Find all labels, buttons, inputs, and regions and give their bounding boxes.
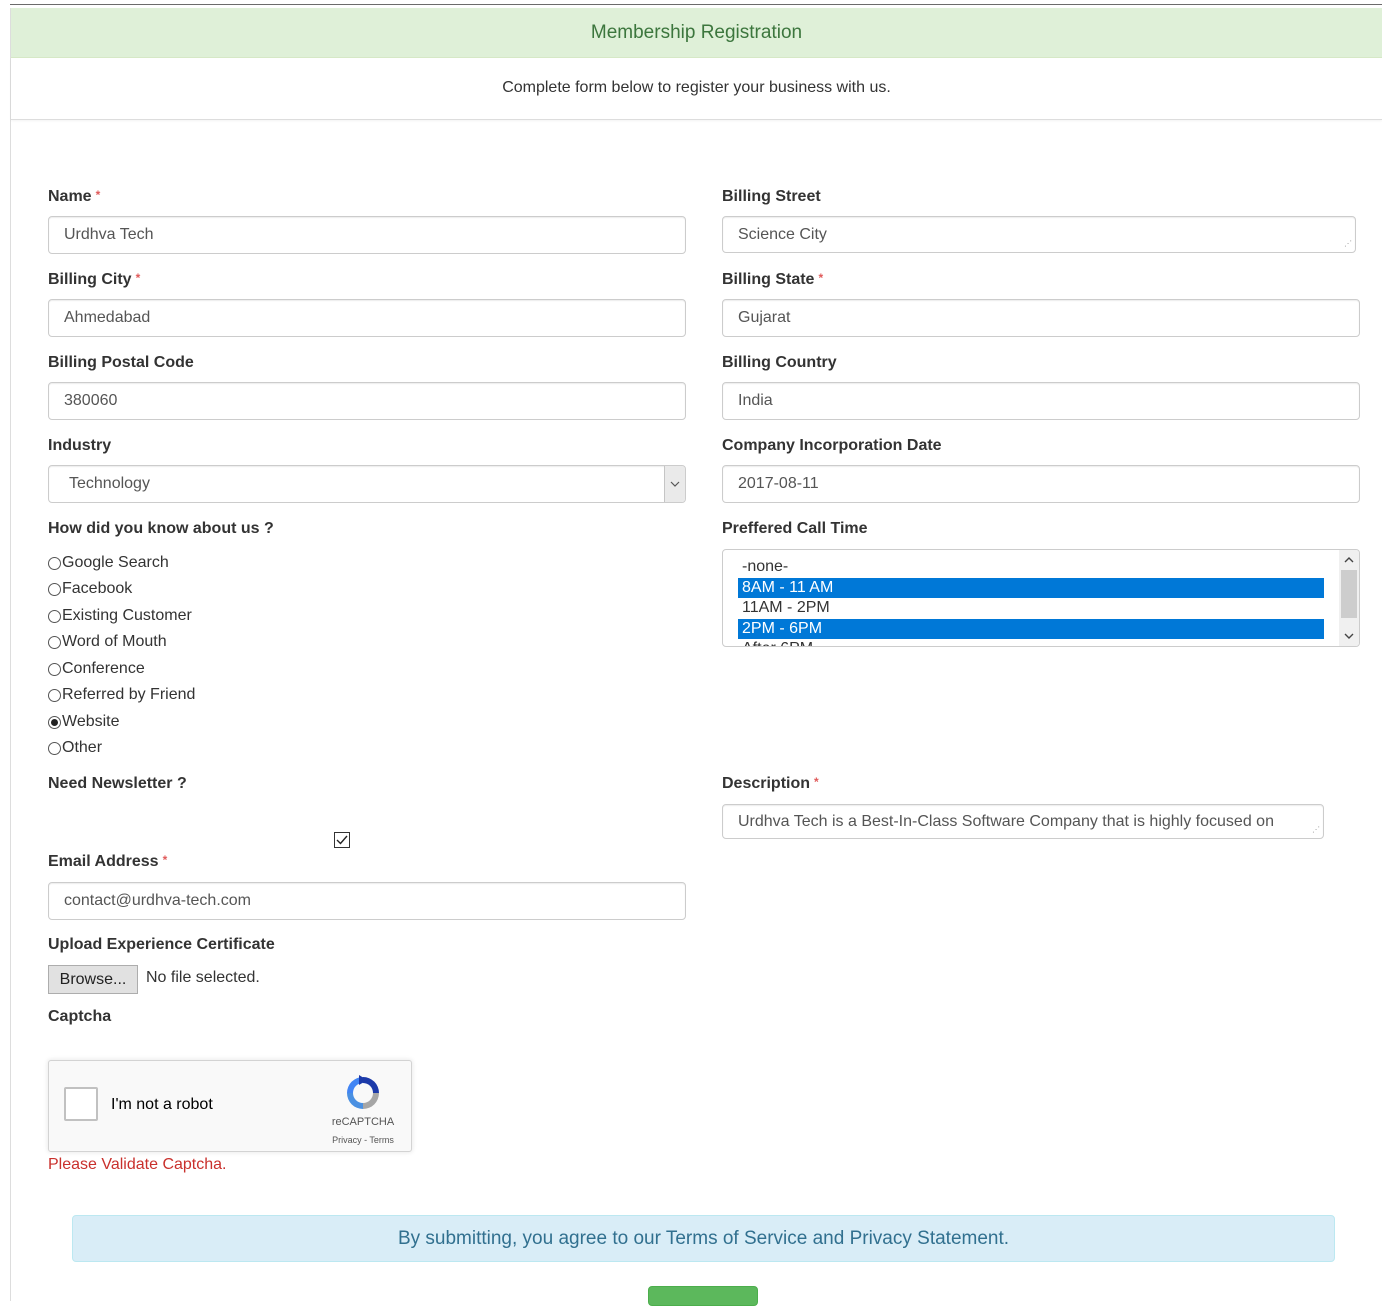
billing-postal-code-label: Billing Postal Code [48,354,194,371]
billing-postal-code-input[interactable]: 380060 [48,382,686,420]
description-label: Description * [722,775,819,792]
left-border [10,8,11,1301]
required-marker: * [135,271,141,285]
radio-option-word-of-mouth[interactable]: Word of Mouth [48,631,167,653]
radio-button[interactable] [48,688,61,702]
billing-state-label: Billing State * [722,271,824,288]
chevron-up-icon[interactable] [1344,556,1354,563]
resize-grip-icon[interactable]: ⋰ [1342,239,1352,249]
radio-button[interactable] [48,609,61,623]
billing-country-label: Billing Country [722,354,837,371]
captcha-label: Captcha [48,1008,112,1025]
radio-option-facebook[interactable]: Facebook [48,578,132,600]
listbox-option[interactable]: -none- [738,557,1324,577]
required-marker: * [814,775,819,789]
radio-button-checked[interactable] [48,715,61,729]
captcha-error-message: Please Validate Captcha. [48,1156,227,1173]
file-status: No file selected. [146,969,260,986]
page-subtitle: Complete form below to register your bus… [11,58,1382,120]
preferred-call-time-listbox[interactable]: -none- 8AM - 11 AM 11AM - 2PM 2PM - 6PM … [722,549,1360,647]
listbox-scrollbar[interactable] [1339,550,1359,646]
required-marker: * [162,853,168,867]
how-did-you-know-label: How did you know about us ? [48,520,274,537]
radio-option-website[interactable]: Website [48,711,120,733]
preferred-call-time-label: Preffered Call Time [722,520,868,537]
radio-option-google-search[interactable]: Google Search [48,552,169,574]
email-label: Email Address * [48,853,168,870]
newsletter-label: Need Newsletter ? [48,775,187,792]
billing-street-value: Science City [738,226,827,243]
radio-button[interactable] [48,556,61,570]
listbox-option-selected[interactable]: 8AM - 11 AM [738,578,1324,598]
email-field[interactable]: contact@urdhva-tech.com [48,882,686,920]
required-marker: * [818,271,824,285]
billing-country-input[interactable]: India [722,382,1360,420]
incorporation-date-input[interactable]: 2017-08-11 [722,465,1360,503]
upload-label: Upload Experience Certificate [48,936,275,953]
description-textarea[interactable]: Urdhva Tech is a Best-In-Class Software … [722,804,1324,839]
scrollbar-thumb[interactable] [1341,570,1357,618]
radio-button[interactable] [48,662,61,676]
radio-button[interactable] [48,635,61,649]
description-value: Urdhva Tech is a Best-In-Class Software … [738,813,1274,830]
recaptcha-widget[interactable]: I'm not a robot reCAPTCHA Privacy - Term… [48,1060,412,1152]
checkmark-icon [336,835,348,845]
name-input[interactable]: Urdhva Tech [48,216,686,254]
radio-button[interactable] [48,582,61,596]
top-border [10,4,1382,5]
billing-city-input[interactable]: Ahmedabad [48,299,686,337]
submit-button[interactable] [648,1286,758,1306]
name-label: Name * [48,188,101,205]
listbox-option-selected[interactable]: 2PM - 6PM [738,619,1324,639]
listbox-option[interactable]: 11AM - 2PM [738,598,1324,618]
recaptcha-text: I'm not a robot [111,1096,213,1113]
radio-option-other[interactable]: Other [48,737,102,759]
incorporation-date-label: Company Incorporation Date [722,437,942,454]
radio-option-referred-by-friend[interactable]: Referred by Friend [48,684,195,706]
billing-city-label: Billing City * [48,271,141,288]
browse-button[interactable]: Browse... [48,965,138,994]
terms-notice: By submitting, you agree to our Terms of… [72,1215,1335,1262]
page-title: Membership Registration [11,8,1382,58]
radio-option-existing-customer[interactable]: Existing Customer [48,605,192,627]
recaptcha-checkbox[interactable] [64,1087,98,1121]
chevron-down-icon[interactable] [664,466,685,502]
radio-button[interactable] [48,741,61,755]
recaptcha-logo-icon [347,1075,379,1109]
industry-select[interactable]: Technology [48,465,686,503]
recaptcha-brand: reCAPTCHA [331,1116,395,1128]
billing-street-textarea[interactable]: Science City ⋰ [722,216,1356,253]
radio-option-conference[interactable]: Conference [48,658,145,680]
billing-street-label: Billing Street [722,188,821,205]
listbox-option[interactable]: After 6PM [738,639,1324,646]
required-marker: * [95,188,101,202]
recaptcha-privacy-terms-links[interactable]: Privacy - Terms [315,1135,411,1145]
industry-selected-value: Technology [69,475,150,492]
chevron-down-icon[interactable] [1344,633,1354,640]
newsletter-checkbox[interactable] [334,832,350,848]
industry-label: Industry [48,437,112,454]
resize-grip-icon[interactable]: ⋰ [1310,825,1320,835]
billing-state-input[interactable]: Gujarat [722,299,1360,337]
